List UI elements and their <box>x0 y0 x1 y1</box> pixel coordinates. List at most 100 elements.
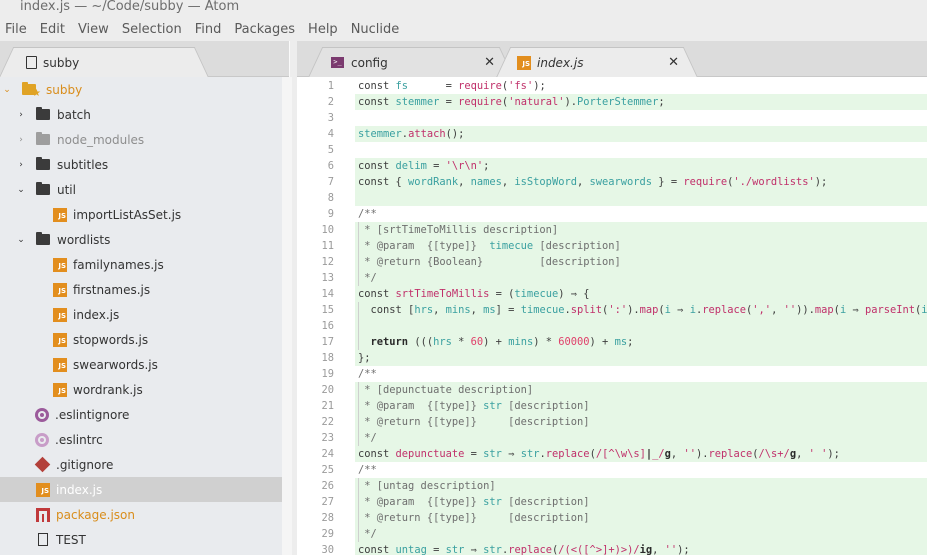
tree-file-stopwords[interactable]: JS stopwords.js <box>0 327 282 352</box>
code-line[interactable]: 13 */ <box>297 270 927 286</box>
code-line[interactable]: 16 <box>297 318 927 334</box>
code-line[interactable]: 12 * @return {Boolean} [description] <box>297 254 927 270</box>
tree-folder-node-modules[interactable]: › node_modules <box>0 127 282 152</box>
tree-file-index-js[interactable]: JS index.js <box>0 477 282 502</box>
tree-folder-batch[interactable]: › batch <box>0 102 282 127</box>
line-number: 17 <box>321 336 334 348</box>
code-token: * [untag description] <box>358 480 496 492</box>
code-line[interactable]: 21 * @param {[type]} str [description] <box>297 398 927 414</box>
code-line[interactable]: 6 const delim = '\r\n'; <box>297 158 927 174</box>
tree-folder-subtitles[interactable]: › subtitles <box>0 152 282 177</box>
code-line[interactable]: 28 * @return {[type]} [description] <box>297 510 927 526</box>
js-icon: JS <box>53 357 67 372</box>
code-line[interactable]: 22 * @return {[type]} [description] <box>297 414 927 430</box>
code-line[interactable]: 30 const untag = str ⇒ str.replace(/(<([^… <box>297 542 927 555</box>
code-token: = <box>426 160 446 172</box>
code-line[interactable]: 29 */ <box>297 526 927 542</box>
code-token: ⇒ <box>464 544 484 555</box>
code-token: [description] <box>501 400 590 412</box>
code-line[interactable]: 27 * @param {[type]} str [description] <box>297 494 927 510</box>
code-token: depunctuate <box>395 448 465 460</box>
code-line[interactable]: 25 /** <box>297 462 927 478</box>
indent-guide <box>358 318 359 334</box>
tab-config[interactable]: >_ config ✕ <box>323 47 499 77</box>
code-line[interactable]: 14 const srtTimeToMillis = (timecue) ⇒ { <box>297 286 927 302</box>
menu-nuclide[interactable]: Nuclide <box>349 22 402 37</box>
tree-file-firstnames[interactable]: JS firstnames.js <box>0 277 282 302</box>
close-icon[interactable]: ✕ <box>484 55 495 70</box>
tab-project-subby[interactable]: subby <box>14 47 194 77</box>
menu-selection[interactable]: Selection <box>120 22 184 37</box>
tree-folder-wordlists[interactable]: ⌄ wordlists <box>0 227 282 252</box>
tree-file-package-json[interactable]: package.json <box>0 502 282 527</box>
tree-file-gitignore[interactable]: .gitignore <box>0 452 282 477</box>
code-line[interactable]: 23 */ <box>297 430 927 446</box>
code-line[interactable]: 15 const [hrs, mins, ms] = timecue.split… <box>297 302 927 318</box>
code-token: replace <box>508 544 553 555</box>
code-line[interactable]: 24 const depunctuate = str ⇒ str.replace(… <box>297 446 927 462</box>
line-number: 10 <box>321 224 334 236</box>
code-text: * @param {[type]} str [description] <box>355 398 927 414</box>
code-token: PorterStemmer <box>577 96 659 108</box>
code-token: ',' <box>752 304 772 316</box>
menu-view[interactable]: View <box>76 22 111 37</box>
chevron-right-icon: › <box>19 109 23 120</box>
project-folder-icon: ★ <box>22 82 41 99</box>
code-line[interactable]: 9 /** <box>297 206 927 222</box>
code-line[interactable]: 19 /** <box>297 366 927 382</box>
tree-file-eslintrc[interactable]: .eslintrc <box>0 427 282 452</box>
code-line[interactable]: 7 const { wordRank, names, isStopWord, sw… <box>297 174 927 190</box>
code-text: const delim = '\r\n'; <box>355 158 927 174</box>
menu-packages[interactable]: Packages <box>232 22 297 37</box>
code-token: * @return {[type]} [description] <box>358 416 590 428</box>
menu-file[interactable]: File <box>3 22 29 37</box>
tree-file-test[interactable]: TEST <box>0 527 282 552</box>
tree-root-subby[interactable]: ⌄ ★ subby <box>0 77 282 102</box>
code-token: ; <box>627 336 634 348</box>
code-line[interactable]: 18}; <box>297 350 927 366</box>
indent-guide <box>358 382 359 398</box>
code-line[interactable]: 26 * [untag description] <box>297 478 927 494</box>
code-text: * @return {[type]} [description] <box>355 414 927 430</box>
code-line[interactable]: 8 <box>297 190 927 206</box>
code-token: ; <box>483 160 490 172</box>
code-token: const <box>358 448 396 460</box>
tree-file-familynames[interactable]: JS familynames.js <box>0 252 282 277</box>
tree-file-wordrank[interactable]: JS wordrank.js <box>0 377 282 402</box>
line-number: 15 <box>321 304 334 316</box>
code-line[interactable]: 3 <box>297 110 927 126</box>
code-line[interactable]: 10 * [srtTimeToMillis description] <box>297 222 927 238</box>
code-line[interactable]: 5 <box>297 142 927 158</box>
tab-index-js[interactable]: JS index.js ✕ <box>511 47 683 77</box>
code-text: */ <box>355 270 927 286</box>
code-line[interactable]: 17 return (((hrs * 60) + mins) * 60000) … <box>297 334 927 350</box>
code-line[interactable]: 1 const fs = require('fs'); <box>297 78 927 94</box>
code-line[interactable]: 20 * [depunctuate description] <box>297 382 927 398</box>
tree-file-wordlists-index[interactable]: JS index.js <box>0 302 282 327</box>
code-editor[interactable]: 1 const fs = require('fs'); 2 const stemmer… <box>297 77 927 555</box>
js-icon: JS <box>53 207 67 222</box>
menu-find[interactable]: Find <box>193 22 224 37</box>
code-token: timecue <box>514 288 559 300</box>
tree-file-swearwords[interactable]: JS swearwords.js <box>0 352 282 377</box>
line-number: 12 <box>321 256 334 268</box>
code-text <box>355 190 927 206</box>
code-token: ). <box>695 448 709 460</box>
menu-help[interactable]: Help <box>306 22 340 37</box>
line-number: 9 <box>327 208 334 220</box>
code-token: const <box>358 544 396 555</box>
code-line[interactable]: 4 stemmer.attach(); <box>297 126 927 142</box>
tree-file-importlistasset[interactable]: JS importListAsSet.js <box>0 202 282 227</box>
tree-file-eslintignore[interactable]: .eslintignore <box>0 402 282 427</box>
menu-edit[interactable]: Edit <box>38 22 67 37</box>
code-line[interactable]: 11 * @param {[type]} timecue [descriptio… <box>297 238 927 254</box>
code-token: , <box>470 304 484 316</box>
code-token: str <box>520 448 540 460</box>
code-text: const stemmer = require('natural').Porte… <box>355 94 927 110</box>
tree-folder-util[interactable]: ⌄ util <box>0 177 282 202</box>
code-line[interactable]: 2 const stemmer = require('natural').Port… <box>297 94 927 110</box>
close-icon[interactable]: ✕ <box>668 55 679 70</box>
code-token: mins <box>445 304 471 316</box>
